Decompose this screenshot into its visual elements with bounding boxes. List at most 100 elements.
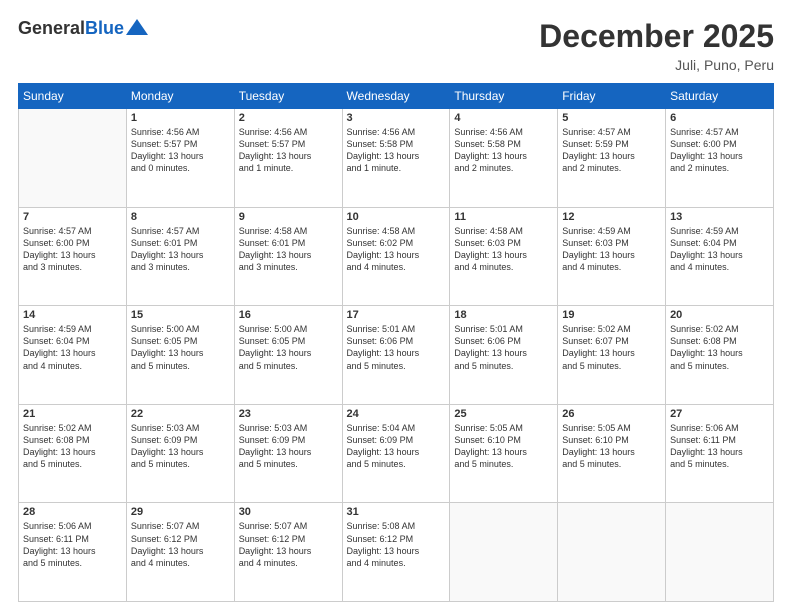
day-info: Sunrise: 5:06 AM Sunset: 6:11 PM Dayligh…	[670, 422, 769, 471]
day-number: 24	[347, 408, 446, 420]
table-row: 21Sunrise: 5:02 AM Sunset: 6:08 PM Dayli…	[19, 404, 127, 503]
day-number: 31	[347, 506, 446, 518]
day-info: Sunrise: 4:57 AM Sunset: 5:59 PM Dayligh…	[562, 126, 661, 175]
day-info: Sunrise: 5:03 AM Sunset: 6:09 PM Dayligh…	[239, 422, 338, 471]
day-info: Sunrise: 5:00 AM Sunset: 6:05 PM Dayligh…	[239, 323, 338, 372]
table-row: 22Sunrise: 5:03 AM Sunset: 6:09 PM Dayli…	[126, 404, 234, 503]
day-number: 12	[562, 211, 661, 223]
logo-general: General	[18, 18, 85, 38]
table-row: 6 Sunrise: 4:57 AM Sunset: 6:00 PM Daylig…	[666, 109, 774, 208]
calendar-table: Sunday Monday Tuesday Wednesday Thursday…	[18, 83, 774, 602]
table-row: 24 Sunrise: 5:04 AM Sunset: 6:09 PM Dayli…	[342, 404, 450, 503]
table-row	[558, 503, 666, 602]
table-row: 15Sunrise: 5:00 AM Sunset: 6:05 PM Dayli…	[126, 306, 234, 405]
day-number: 8	[131, 211, 230, 223]
calendar-week-row: 21Sunrise: 5:02 AM Sunset: 6:08 PM Dayli…	[19, 404, 774, 503]
day-info: Sunrise: 4:57 AM Sunset: 6:01 PM Dayligh…	[131, 225, 230, 274]
day-info: Sunrise: 5:01 AM Sunset: 6:06 PM Dayligh…	[347, 323, 446, 372]
day-info: Sunrise: 5:05 AM Sunset: 6:10 PM Dayligh…	[454, 422, 553, 471]
location: Juli, Puno, Peru	[539, 57, 774, 73]
day-number: 20	[670, 309, 769, 321]
day-number: 10	[347, 211, 446, 223]
day-number: 19	[562, 309, 661, 321]
col-sunday: Sunday	[19, 84, 127, 109]
day-number: 27	[670, 408, 769, 420]
table-row: 20 Sunrise: 5:02 AM Sunset: 6:08 PM Dayli…	[666, 306, 774, 405]
day-number: 3	[347, 112, 446, 124]
day-info: Sunrise: 5:04 AM Sunset: 6:09 PM Dayligh…	[347, 422, 446, 471]
day-number: 17	[347, 309, 446, 321]
day-number: 6	[670, 112, 769, 124]
table-row: 12 Sunrise: 4:59 AM Sunset: 6:03 PM Dayli…	[558, 207, 666, 306]
day-number: 16	[239, 309, 338, 321]
day-number: 9	[239, 211, 338, 223]
col-wednesday: Wednesday	[342, 84, 450, 109]
day-number: 23	[239, 408, 338, 420]
page: GeneralBlue December 2025 Juli, Puno, Pe…	[0, 0, 792, 612]
header: GeneralBlue December 2025 Juli, Puno, Pe…	[18, 18, 774, 73]
day-info: Sunrise: 4:58 AM Sunset: 6:01 PM Dayligh…	[239, 225, 338, 274]
day-number: 11	[454, 211, 553, 223]
logo: GeneralBlue	[18, 18, 148, 39]
day-info: Sunrise: 5:07 AM Sunset: 6:12 PM Dayligh…	[239, 520, 338, 569]
table-row: 18Sunrise: 5:01 AM Sunset: 6:06 PM Dayli…	[450, 306, 558, 405]
table-row: 31 Sunrise: 5:08 AM Sunset: 6:12 PM Dayli…	[342, 503, 450, 602]
day-info: Sunrise: 5:01 AM Sunset: 6:06 PM Dayligh…	[454, 323, 553, 372]
day-info: Sunrise: 5:06 AM Sunset: 6:11 PM Dayligh…	[23, 520, 122, 569]
table-row: 8 Sunrise: 4:57 AM Sunset: 6:01 PM Daylig…	[126, 207, 234, 306]
day-info: Sunrise: 4:56 AM Sunset: 5:58 PM Dayligh…	[347, 126, 446, 175]
logo-icon	[126, 19, 148, 35]
table-row	[19, 109, 127, 208]
month-title: December 2025	[539, 18, 774, 55]
day-info: Sunrise: 5:02 AM Sunset: 6:08 PM Dayligh…	[670, 323, 769, 372]
day-info: Sunrise: 5:03 AM Sunset: 6:09 PM Dayligh…	[131, 422, 230, 471]
table-row	[450, 503, 558, 602]
day-number: 14	[23, 309, 122, 321]
day-info: Sunrise: 5:02 AM Sunset: 6:08 PM Dayligh…	[23, 422, 122, 471]
table-row: 1Sunrise: 4:56 AM Sunset: 5:57 PM Daylig…	[126, 109, 234, 208]
table-row: 11 Sunrise: 4:58 AM Sunset: 6:03 PM Dayli…	[450, 207, 558, 306]
day-number: 28	[23, 506, 122, 518]
table-row: 28 Sunrise: 5:06 AM Sunset: 6:11 PM Dayli…	[19, 503, 127, 602]
day-info: Sunrise: 5:02 AM Sunset: 6:07 PM Dayligh…	[562, 323, 661, 372]
day-info: Sunrise: 5:07 AM Sunset: 6:12 PM Dayligh…	[131, 520, 230, 569]
table-row: 13 Sunrise: 4:59 AM Sunset: 6:04 PM Dayli…	[666, 207, 774, 306]
day-info: Sunrise: 4:57 AM Sunset: 6:00 PM Dayligh…	[670, 126, 769, 175]
col-monday: Monday	[126, 84, 234, 109]
calendar-week-row: 7Sunrise: 4:57 AM Sunset: 6:00 PM Daylig…	[19, 207, 774, 306]
day-info: Sunrise: 5:08 AM Sunset: 6:12 PM Dayligh…	[347, 520, 446, 569]
day-number: 30	[239, 506, 338, 518]
table-row: 19 Sunrise: 5:02 AM Sunset: 6:07 PM Dayli…	[558, 306, 666, 405]
day-info: Sunrise: 4:56 AM Sunset: 5:58 PM Dayligh…	[454, 126, 553, 175]
table-row: 30 Sunrise: 5:07 AM Sunset: 6:12 PM Dayli…	[234, 503, 342, 602]
day-number: 25	[454, 408, 553, 420]
day-info: Sunrise: 4:59 AM Sunset: 6:03 PM Dayligh…	[562, 225, 661, 274]
table-row: 9 Sunrise: 4:58 AM Sunset: 6:01 PM Daylig…	[234, 207, 342, 306]
day-number: 29	[131, 506, 230, 518]
day-info: Sunrise: 4:58 AM Sunset: 6:02 PM Dayligh…	[347, 225, 446, 274]
day-number: 26	[562, 408, 661, 420]
calendar-week-row: 14 Sunrise: 4:59 AM Sunset: 6:04 PM Dayli…	[19, 306, 774, 405]
col-saturday: Saturday	[666, 84, 774, 109]
day-number: 4	[454, 112, 553, 124]
day-info: Sunrise: 4:59 AM Sunset: 6:04 PM Dayligh…	[670, 225, 769, 274]
day-info: Sunrise: 4:58 AM Sunset: 6:03 PM Dayligh…	[454, 225, 553, 274]
day-info: Sunrise: 4:59 AM Sunset: 6:04 PM Dayligh…	[23, 323, 122, 372]
day-number: 15	[131, 309, 230, 321]
calendar-header-row: Sunday Monday Tuesday Wednesday Thursday…	[19, 84, 774, 109]
table-row: 5 Sunrise: 4:57 AM Sunset: 5:59 PM Daylig…	[558, 109, 666, 208]
table-row: 14 Sunrise: 4:59 AM Sunset: 6:04 PM Dayli…	[19, 306, 127, 405]
table-row: 7Sunrise: 4:57 AM Sunset: 6:00 PM Daylig…	[19, 207, 127, 306]
table-row: 16 Sunrise: 5:00 AM Sunset: 6:05 PM Dayli…	[234, 306, 342, 405]
calendar-week-row: 1Sunrise: 4:56 AM Sunset: 5:57 PM Daylig…	[19, 109, 774, 208]
day-number: 1	[131, 112, 230, 124]
table-row: 3 Sunrise: 4:56 AM Sunset: 5:58 PM Daylig…	[342, 109, 450, 208]
day-number: 13	[670, 211, 769, 223]
day-info: Sunrise: 4:57 AM Sunset: 6:00 PM Dayligh…	[23, 225, 122, 274]
day-number: 5	[562, 112, 661, 124]
calendar-week-row: 28 Sunrise: 5:06 AM Sunset: 6:11 PM Dayli…	[19, 503, 774, 602]
day-info: Sunrise: 5:05 AM Sunset: 6:10 PM Dayligh…	[562, 422, 661, 471]
logo-text: GeneralBlue	[18, 18, 124, 39]
table-row: 23 Sunrise: 5:03 AM Sunset: 6:09 PM Dayli…	[234, 404, 342, 503]
table-row: 26 Sunrise: 5:05 AM Sunset: 6:10 PM Dayli…	[558, 404, 666, 503]
